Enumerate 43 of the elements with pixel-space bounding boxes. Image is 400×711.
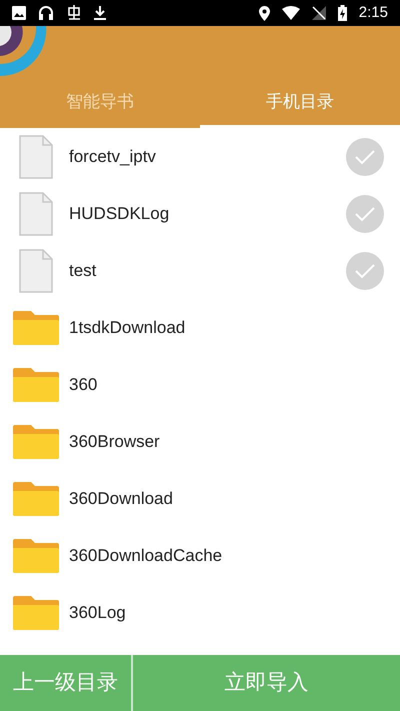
file-name: 1tsdkDownload — [69, 316, 186, 339]
file-row[interactable]: 360Download — [0, 470, 400, 527]
file-name: 360 — [69, 374, 98, 396]
checkmark-icon — [355, 262, 375, 278]
file-row[interactable]: 1tsdkDownload — [0, 299, 400, 356]
signal-icon — [312, 6, 326, 20]
file-row[interactable]: HUDSDKLog — [0, 185, 400, 242]
file-row[interactable]: test — [0, 242, 400, 299]
folder-icon — [13, 368, 59, 402]
folder-icon — [13, 596, 59, 630]
image-icon — [12, 6, 26, 20]
folder-icon — [13, 482, 59, 516]
folder-icon — [13, 538, 59, 572]
file-row[interactable]: 360 — [0, 356, 400, 413]
checkbox[interactable] — [346, 194, 384, 232]
checkmark-icon — [355, 148, 375, 164]
file-name: 360Log — [69, 602, 127, 624]
folder-icon — [13, 424, 59, 458]
status-time: 2:15 — [358, 2, 388, 23]
file-name: 360Browser — [69, 430, 161, 453]
folder-icon — [13, 310, 59, 344]
battery-icon — [338, 5, 347, 21]
file-name: 360DownloadCache — [69, 544, 224, 567]
file-row[interactable]: forcetv_iptv — [0, 128, 400, 185]
file-name: 360Download — [69, 488, 174, 510]
file-row[interactable]: 360Browser — [0, 413, 400, 470]
location-icon — [258, 6, 270, 20]
file-row[interactable]: 360DownloadCache — [0, 527, 400, 584]
checkbox[interactable] — [346, 138, 384, 176]
checkmark-icon — [355, 206, 375, 222]
file-name: HUDSDKLog — [69, 202, 170, 225]
bug-icon — [66, 5, 82, 21]
document-icon — [19, 248, 53, 292]
document-icon — [19, 134, 53, 178]
file-name: forcetv_iptv — [69, 146, 157, 168]
logo-icon — [0, 26, 48, 76]
document-icon — [19, 192, 53, 236]
download-icon — [94, 6, 106, 20]
file-row[interactable]: 360Log — [0, 584, 400, 641]
checkbox[interactable] — [346, 252, 384, 290]
file-name: test — [69, 260, 98, 282]
headphones-icon — [38, 5, 54, 21]
wifi-icon — [282, 6, 300, 20]
